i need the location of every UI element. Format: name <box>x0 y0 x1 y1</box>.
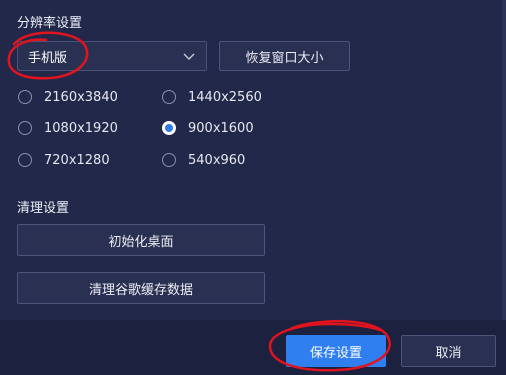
resolution-option-540x960[interactable]: 540x960 <box>162 150 245 170</box>
resolution-option-900x1600[interactable]: 900x1600 <box>162 118 254 138</box>
resolution-option-label: 2160x3840 <box>44 89 118 105</box>
clear-chrome-cache-button[interactable]: 清理谷歌缓存数据 <box>17 272 265 304</box>
device-mode-value: 手机版 <box>28 50 68 66</box>
radio-checked-icon <box>162 121 176 135</box>
save-settings-button[interactable]: 保存设置 <box>286 335 386 367</box>
restore-window-size-button[interactable]: 恢复窗口大小 <box>219 41 350 71</box>
resolution-option-label: 900x1600 <box>188 120 254 136</box>
scrollbar-track[interactable] <box>502 0 506 320</box>
resolution-option-label: 1080x1920 <box>44 120 118 136</box>
radio-icon <box>18 90 32 104</box>
chevron-down-icon <box>183 53 195 60</box>
resolution-option-label: 540x960 <box>188 152 246 168</box>
reset-desktop-button[interactable]: 初始化桌面 <box>17 224 265 256</box>
resolution-option-2160x3840[interactable]: 2160x3840 <box>18 87 118 107</box>
resolution-option-720x1280[interactable]: 720x1280 <box>18 150 110 170</box>
radio-icon <box>18 153 32 167</box>
resolution-option-1440x2560[interactable]: 1440x2560 <box>162 87 262 107</box>
resolution-option-1080x1920[interactable]: 1080x1920 <box>18 118 118 138</box>
device-mode-select[interactable]: 手机版 <box>17 41 207 71</box>
resolution-section-title: 分辨率设置 <box>17 16 83 31</box>
radio-icon <box>18 121 32 135</box>
cleanup-section-title: 清理设置 <box>17 201 70 216</box>
resolution-option-label: 1440x2560 <box>188 89 262 105</box>
resolution-option-label: 720x1280 <box>44 152 110 168</box>
cancel-button[interactable]: 取消 <box>401 335 496 367</box>
radio-icon <box>162 90 176 104</box>
radio-icon <box>162 153 176 167</box>
